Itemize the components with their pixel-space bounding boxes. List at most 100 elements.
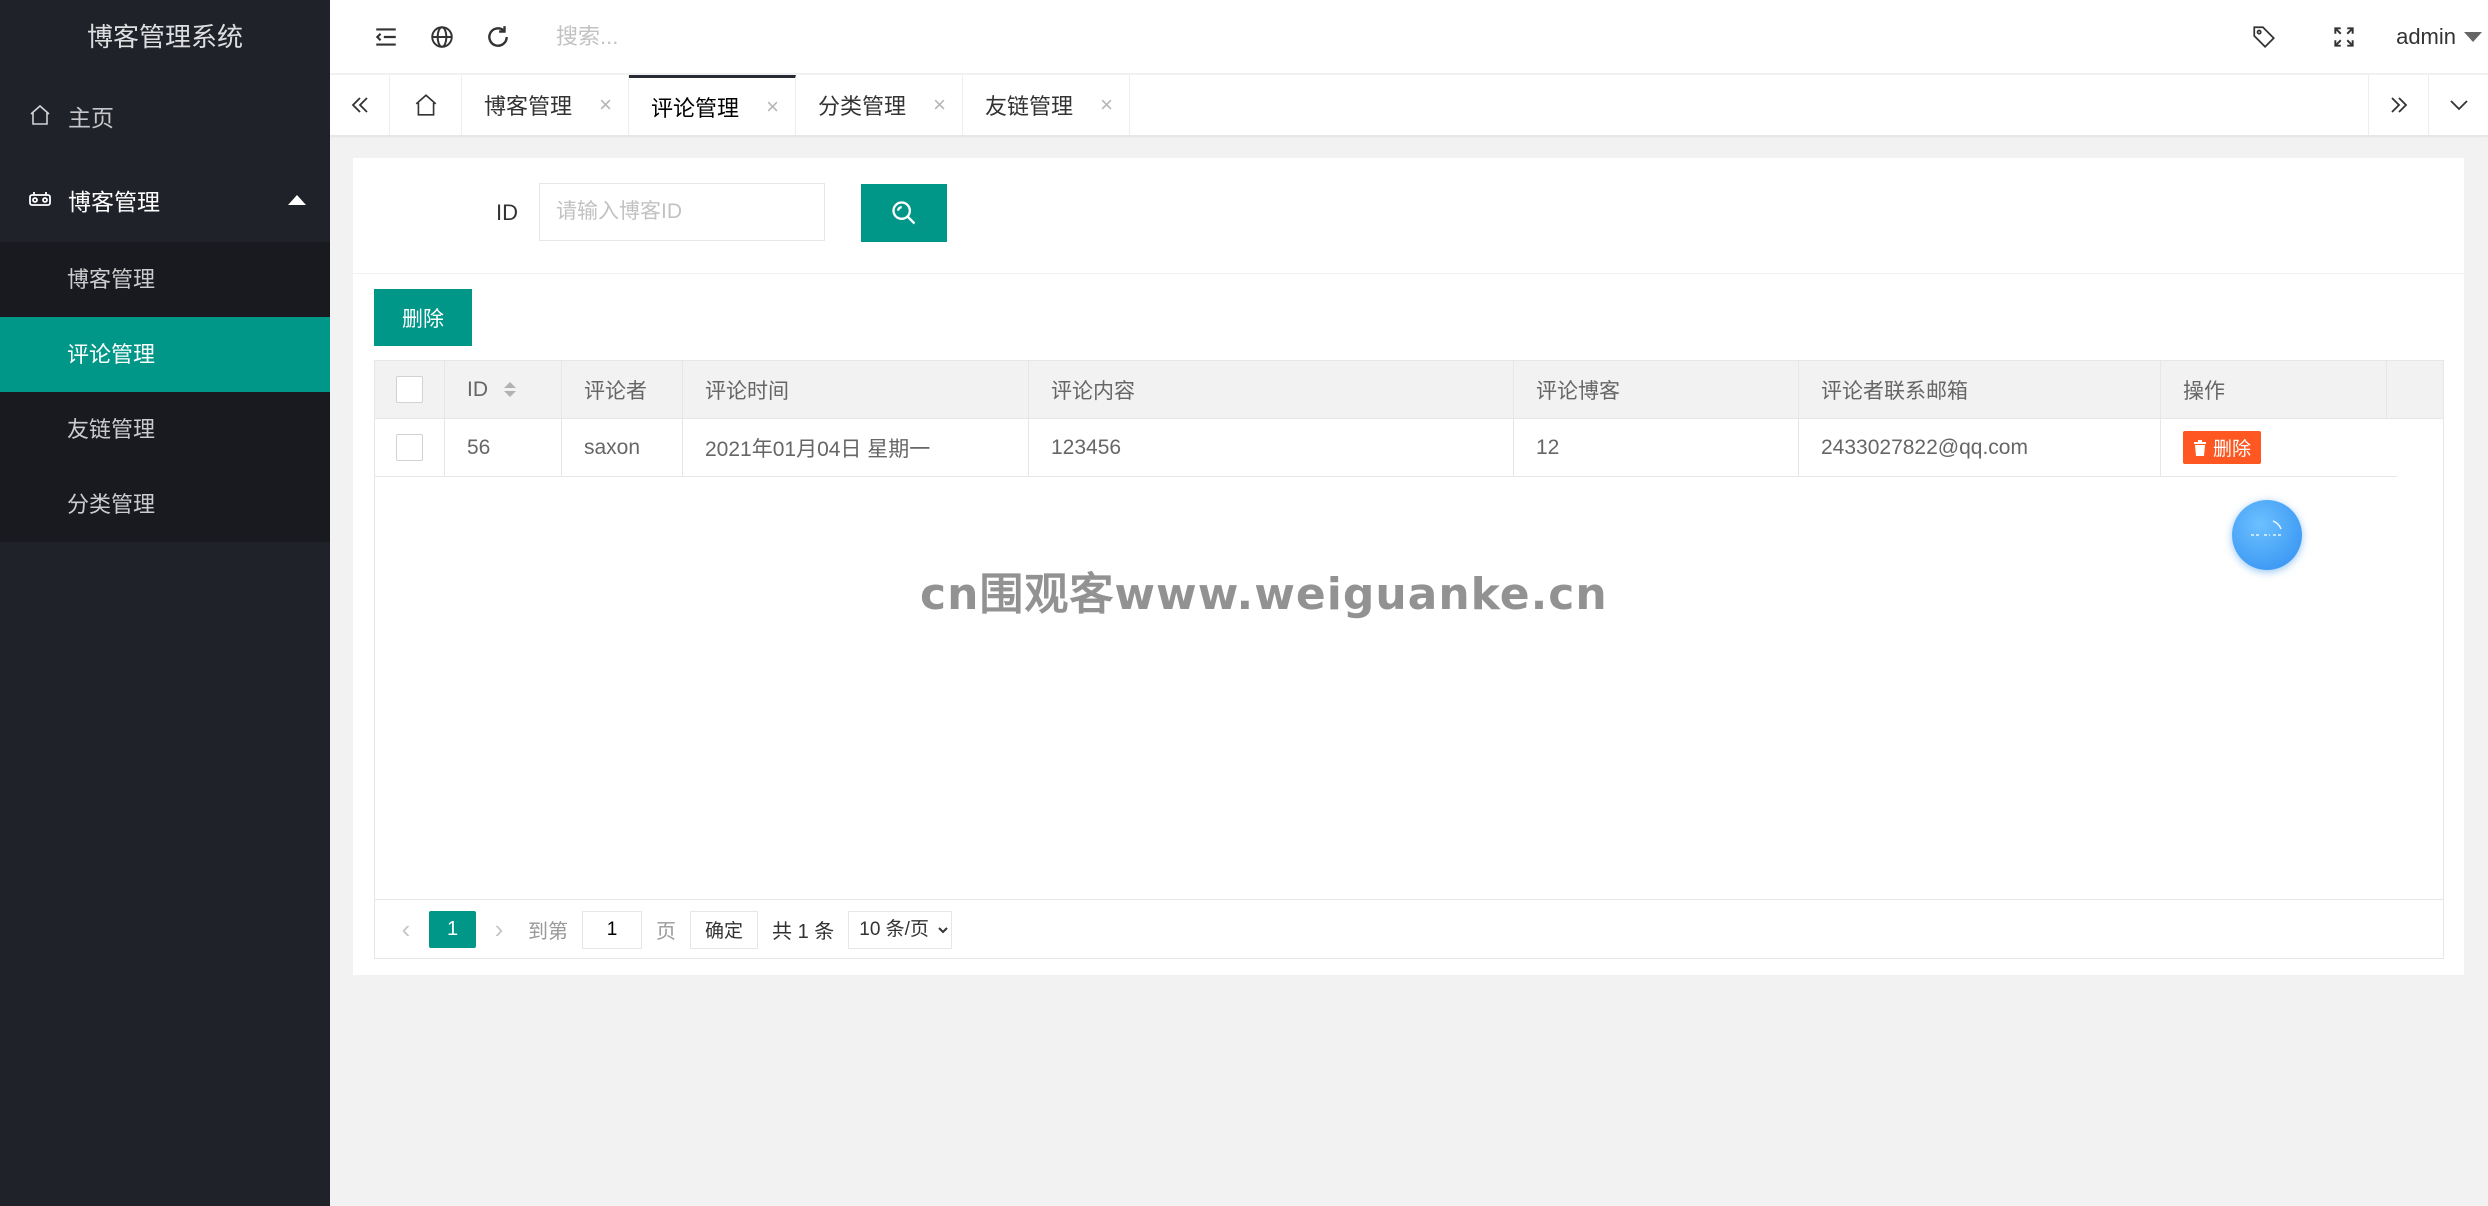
header-search-input[interactable] — [556, 23, 956, 50]
tag-icon — [2253, 25, 2276, 48]
row-checkbox-cell — [375, 419, 445, 476]
goto-page-input[interactable] — [582, 910, 642, 949]
website-button[interactable] — [414, 0, 470, 74]
column-header-time: 评论时间 — [683, 361, 1029, 418]
close-icon[interactable]: × — [766, 94, 779, 120]
prev-page-icon[interactable]: ‹ — [383, 914, 429, 945]
page-size-select[interactable]: 10 条/页 — [848, 910, 953, 949]
collapse-menu-button[interactable] — [358, 0, 414, 74]
column-header-action: 操作 — [2161, 361, 2387, 418]
comment-table: ID 评论者 评论时间 评论内容 评论博客 评论者联系邮箱 操作 56 saxo… — [374, 360, 2444, 959]
cell-content: 123456 — [1029, 419, 1514, 476]
goto-confirm-button[interactable]: 确定 — [690, 910, 759, 949]
header-right: admin — [2236, 0, 2488, 74]
close-icon[interactable]: × — [599, 92, 612, 118]
menu-fold-icon — [375, 27, 396, 46]
refresh-icon — [488, 25, 508, 47]
row-delete-label: 删除 — [2213, 439, 2252, 460]
close-icon[interactable]: × — [933, 92, 946, 118]
tabs-scroll-right-button[interactable] — [2368, 75, 2428, 135]
nav-item-home-label: 主页 — [68, 105, 114, 131]
home-icon — [28, 103, 54, 129]
double-right-icon — [2390, 97, 2407, 113]
sort-icon[interactable] — [504, 382, 516, 397]
globe-icon — [431, 25, 453, 48]
user-name: admin — [2396, 23, 2456, 49]
search-form: ID — [353, 158, 2464, 274]
close-icon[interactable]: × — [1100, 92, 1113, 118]
tab-label: 评论管理 — [651, 95, 740, 121]
search-button[interactable] — [861, 184, 947, 242]
tab-label: 博客管理 — [484, 94, 573, 119]
nav-item-home[interactable]: 主页 — [0, 74, 330, 158]
fullscreen-button[interactable] — [2316, 0, 2372, 74]
total-count: 共 1 条 — [772, 921, 835, 943]
app-logo-title: 博客管理系统 — [86, 22, 243, 52]
cell-commenter: saxon — [562, 419, 683, 476]
column-header-id[interactable]: ID — [445, 361, 562, 418]
column-label: 操作 — [2183, 379, 2225, 403]
column-header-content: 评论内容 — [1029, 361, 1514, 418]
search-icon — [892, 201, 916, 225]
blog-icon — [28, 187, 54, 213]
id-label: ID — [496, 200, 518, 225]
column-header-email: 评论者联系邮箱 — [1799, 361, 2161, 418]
trash-icon — [2194, 439, 2206, 456]
nav-group-blog: 博客管理 博客管理 评论管理 友链管理 分类管理 — [0, 158, 330, 542]
page-unit-label: 页 — [656, 921, 676, 943]
floating-assist-ball[interactable] — [2232, 500, 2302, 570]
tab-blog-manage[interactable]: 博客管理 × — [462, 75, 629, 135]
tab-category-manage[interactable]: 分类管理 × — [796, 75, 963, 135]
cell-email: 2433027822@qq.com — [1799, 419, 2161, 476]
tabs-right-controls — [2368, 75, 2488, 135]
row-delete-button[interactable]: 删除 — [2183, 431, 2262, 464]
fullscreen-icon — [2334, 26, 2354, 47]
column-label: ID — [467, 377, 488, 401]
tabs-scroll-left-button[interactable] — [330, 75, 390, 135]
page-tabs: 博客管理 × 评论管理 × 分类管理 × 友链管理 × — [330, 75, 2488, 136]
column-label: 评论内容 — [1051, 379, 1135, 403]
tab-label: 友链管理 — [985, 94, 1074, 119]
row-checkbox[interactable] — [396, 434, 423, 461]
nav-submenu: 博客管理 评论管理 友链管理 分类管理 — [0, 242, 330, 542]
tab-label: 分类管理 — [818, 94, 907, 119]
tab-comment-manage[interactable]: 评论管理 × — [629, 75, 796, 135]
tab-home[interactable] — [390, 75, 462, 135]
nav-group-blog-label: 博客管理 — [68, 189, 160, 215]
cell-id: 56 — [445, 419, 562, 476]
caret-down-icon — [2464, 31, 2482, 42]
user-menu[interactable]: admin — [2372, 0, 2488, 74]
double-left-icon — [351, 97, 368, 113]
sidebar-item-blog-manage[interactable]: 博客管理 — [0, 242, 330, 317]
theme-button[interactable] — [2236, 0, 2292, 74]
column-header-blog: 评论博客 — [1514, 361, 1799, 418]
nav-group-blog-toggle[interactable]: 博客管理 — [0, 158, 330, 242]
watermark-text: cn围观客www.weiguanke.cn — [920, 569, 1608, 620]
blog-id-input[interactable] — [539, 183, 825, 241]
column-label: 评论时间 — [705, 379, 789, 403]
column-label: 评论博客 — [1536, 379, 1620, 403]
tabs-menu-button[interactable] — [2428, 75, 2488, 135]
pagination: ‹ 1 › 到第 页 确定 共 1 条 10 条/页 — [375, 899, 2443, 959]
column-label: 评论者 — [584, 379, 647, 403]
sidebar: 博客管理系统 主页 博客管理 博客管理 评论管理 友链管理 分类管理 — [0, 0, 330, 1206]
refresh-button[interactable] — [470, 0, 526, 74]
next-page-icon[interactable]: › — [476, 914, 522, 945]
goto-label: 到第 — [528, 921, 568, 943]
select-all-checkbox[interactable] — [396, 376, 423, 403]
header-checkbox-cell — [375, 361, 445, 418]
batch-delete-button[interactable]: 删除 — [374, 289, 472, 346]
sidebar-item-link-manage[interactable]: 友链管理 — [0, 392, 330, 467]
table-row: 56 saxon 2021年01月04日 星期一 123456 12 24330… — [375, 419, 2397, 477]
sidebar-item-comment-manage[interactable]: 评论管理 — [0, 317, 330, 392]
cell-action: 删除 — [2161, 419, 2397, 476]
home-icon — [415, 94, 436, 116]
top-header: admin — [330, 0, 2488, 74]
caret-up-icon — [288, 195, 306, 205]
cell-blog: 12 — [1514, 419, 1799, 476]
tab-link-manage[interactable]: 友链管理 × — [963, 75, 1130, 135]
table-header: ID 评论者 评论时间 评论内容 评论博客 评论者联系邮箱 操作 — [375, 361, 2443, 419]
chevron-down-icon — [2449, 100, 2468, 111]
current-page-button[interactable]: 1 — [429, 911, 476, 948]
sidebar-item-category-manage[interactable]: 分类管理 — [0, 467, 330, 542]
